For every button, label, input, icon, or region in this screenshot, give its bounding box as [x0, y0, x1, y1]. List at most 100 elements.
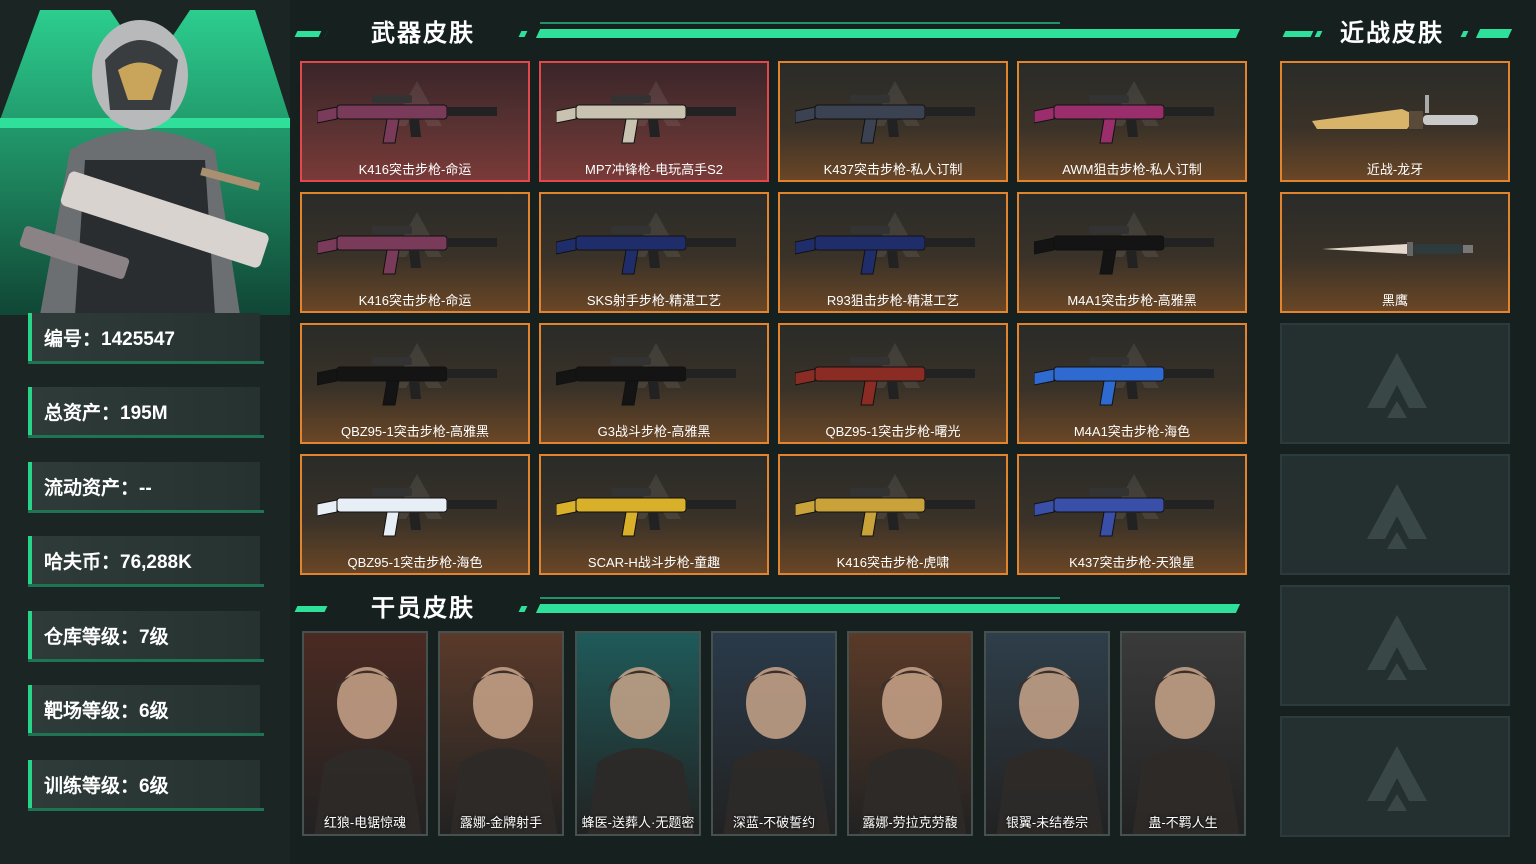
weapon-image	[1034, 226, 1214, 275]
weapon-skin-card[interactable]: K416突击步枪-命运	[300, 61, 530, 182]
operator-portrait-image	[587, 667, 695, 834]
stat-liquid-assets: 流动资产：--	[28, 462, 264, 513]
operator-portrait-image	[859, 667, 967, 834]
empty-melee-slot	[1280, 716, 1510, 837]
weapon-skin-card[interactable]: K416突击步枪-命运	[300, 192, 530, 313]
operator-skin-card[interactable]: 露娜-劳拉克劳馥	[847, 631, 973, 836]
weapon-skin-name: M4A1突击步枪-高雅黑	[1067, 293, 1197, 308]
weapon-image	[556, 226, 736, 275]
weapon-skin-name: K416突击步枪-命运	[358, 293, 472, 308]
operator-portrait-image	[996, 667, 1104, 834]
weapon-skin-name: QBZ95-1突击步枪-曙光	[825, 424, 961, 439]
logo-watermark-icon	[1367, 615, 1427, 680]
melee-card[interactable]: 近战-龙牙	[1280, 61, 1510, 182]
stat-range-level: 靶场等级：6级	[28, 685, 264, 736]
weapon-skin-card[interactable]: G3战斗步枪-高雅黑	[539, 323, 769, 444]
weapon-skin-card[interactable]: QBZ95-1突击步枪-高雅黑	[300, 323, 530, 444]
weapon-skin-name: R93狙击步枪-精湛工艺	[826, 293, 960, 308]
stat-currency: 哈夫币：76,288K	[28, 536, 264, 587]
stat-label: 流动资产：--	[44, 477, 152, 499]
weapon-skin-name: AWM狙击步枪-私人订制	[1062, 162, 1202, 177]
weapon-skin-card[interactable]: K437突击步枪-天狼星	[1017, 454, 1247, 575]
stat-label: 编号：1425547	[44, 328, 175, 350]
operator-skin-card[interactable]: 深蓝-不破誓约	[711, 631, 837, 836]
weapon-image	[317, 357, 497, 406]
weapon-skin-name: G3战斗步枪-高雅黑	[597, 424, 711, 439]
operator-skin-name: 露娜-劳拉克劳馥	[862, 815, 958, 830]
weapon-skin-card[interactable]: SKS射手步枪-精湛工艺	[539, 192, 769, 313]
stat-label: 仓库等级：7级	[44, 626, 169, 648]
operator-portrait-image	[723, 667, 831, 834]
operator-skin-card[interactable]: 蛊-不羁人生	[1120, 631, 1246, 836]
weapon-skin-name: K416突击步枪-虎啸	[836, 555, 950, 570]
weapon-image	[795, 357, 975, 406]
empty-melee-slot	[1280, 585, 1510, 706]
weapon-image	[556, 95, 736, 144]
logo-watermark-icon	[1367, 353, 1427, 418]
melee-card[interactable]: 黑鹰	[1280, 192, 1510, 313]
weapon-skin-card[interactable]: K437突击步枪-私人订制	[778, 61, 1008, 182]
weapon-image	[556, 357, 736, 406]
weapon-image	[317, 226, 497, 275]
operator-skin-card[interactable]: 露娜-金牌射手	[438, 631, 564, 836]
stat-label: 哈夫币：76,288K	[44, 551, 192, 573]
stat-total-assets: 总资产：195M	[28, 387, 264, 438]
melee-name: 近战-龙牙	[1366, 162, 1424, 177]
weapon-skin-card[interactable]: QBZ95-1突击步枪-曙光	[778, 323, 1008, 444]
weapon-skin-name: K437突击步枪-天狼星	[1069, 555, 1195, 570]
weapon-skin-card[interactable]: M4A1突击步枪-高雅黑	[1017, 192, 1247, 313]
weapon-image	[317, 95, 497, 144]
weapons-section-title: 武器皮肤	[371, 19, 475, 47]
hero-illustration	[0, 10, 290, 315]
stat-warehouse-level: 仓库等级：7级	[28, 611, 264, 662]
stat-player-id: 编号：1425547	[28, 313, 264, 364]
knife-image	[1312, 95, 1478, 129]
operator-skin-name: 蜂医-送葬人·无题密	[581, 815, 695, 830]
operator-portrait-image	[314, 667, 422, 834]
operator-skin-card[interactable]: 蜂医-送葬人·无题密	[575, 631, 701, 836]
logo-watermark-icon	[1367, 746, 1427, 811]
stat-training-level: 训练等级：6级	[28, 760, 264, 811]
stat-label: 总资产：195M	[44, 402, 168, 424]
weapon-skin-card[interactable]: R93狙击步枪-精湛工艺	[778, 192, 1008, 313]
weapon-skin-name: K416突击步枪-命运	[358, 162, 472, 177]
weapon-skin-name: QBZ95-1突击步枪-海色	[347, 555, 483, 570]
operator-skin-name: 深蓝-不破誓约	[732, 815, 816, 830]
weapon-skin-card[interactable]: M4A1突击步枪-海色	[1017, 323, 1247, 444]
weapon-skin-name: MP7冲锋枪-电玩高手S2	[585, 162, 723, 177]
melee-name: 黑鹰	[1381, 293, 1408, 308]
weapon-skin-name: K437突击步枪-私人订制	[823, 162, 963, 177]
profile-panel: 编号：1425547 总资产：195M 流动资产：-- 哈夫币：76,288K …	[0, 0, 290, 864]
operator-skin-card[interactable]: 银翼-未结卷宗	[984, 631, 1110, 836]
stat-label: 靶场等级：6级	[44, 700, 169, 722]
operator-skin-card[interactable]: 红狼-电锯惊魂	[302, 631, 428, 836]
weapon-skin-name: M4A1突击步枪-海色	[1073, 424, 1191, 439]
weapon-skin-card[interactable]: K416突击步枪-虎啸	[778, 454, 1008, 575]
weapon-skin-card[interactable]: MP7冲锋枪-电玩高手S2	[539, 61, 769, 182]
weapon-image	[1034, 95, 1214, 144]
weapon-skin-name: SCAR-H战斗步枪-童趣	[587, 555, 721, 570]
stat-label: 训练等级：6级	[44, 775, 169, 797]
weapon-image	[1034, 357, 1214, 406]
empty-melee-slot	[1280, 454, 1510, 575]
melee-section-title: 近战皮肤	[1340, 19, 1444, 47]
operator-portrait-image	[450, 667, 558, 834]
weapon-image	[795, 226, 975, 275]
weapon-skin-card[interactable]: AWM狙击步枪-私人订制	[1017, 61, 1247, 182]
weapon-skin-name: SKS射手步枪-精湛工艺	[586, 293, 722, 308]
weapon-skin-card[interactable]: QBZ95-1突击步枪-海色	[300, 454, 530, 575]
operator-skin-name: 蛊-不羁人生	[1148, 815, 1218, 830]
operators-section-title: 干员皮肤	[371, 594, 475, 622]
operator-skin-name: 银翼-未结卷宗	[1005, 815, 1089, 830]
weapon-image	[556, 488, 736, 537]
weapon-image	[795, 95, 975, 144]
weapon-image	[1034, 488, 1214, 537]
weapon-skin-name: QBZ95-1突击步枪-高雅黑	[340, 424, 490, 439]
operator-skin-name: 露娜-金牌射手	[459, 815, 543, 830]
logo-watermark-icon	[1367, 484, 1427, 549]
weapon-skin-card[interactable]: SCAR-H战斗步枪-童趣	[539, 454, 769, 575]
operator-portrait	[0, 0, 290, 315]
weapon-image	[795, 488, 975, 537]
operator-portrait-image	[1132, 667, 1240, 834]
weapon-image	[317, 488, 497, 537]
